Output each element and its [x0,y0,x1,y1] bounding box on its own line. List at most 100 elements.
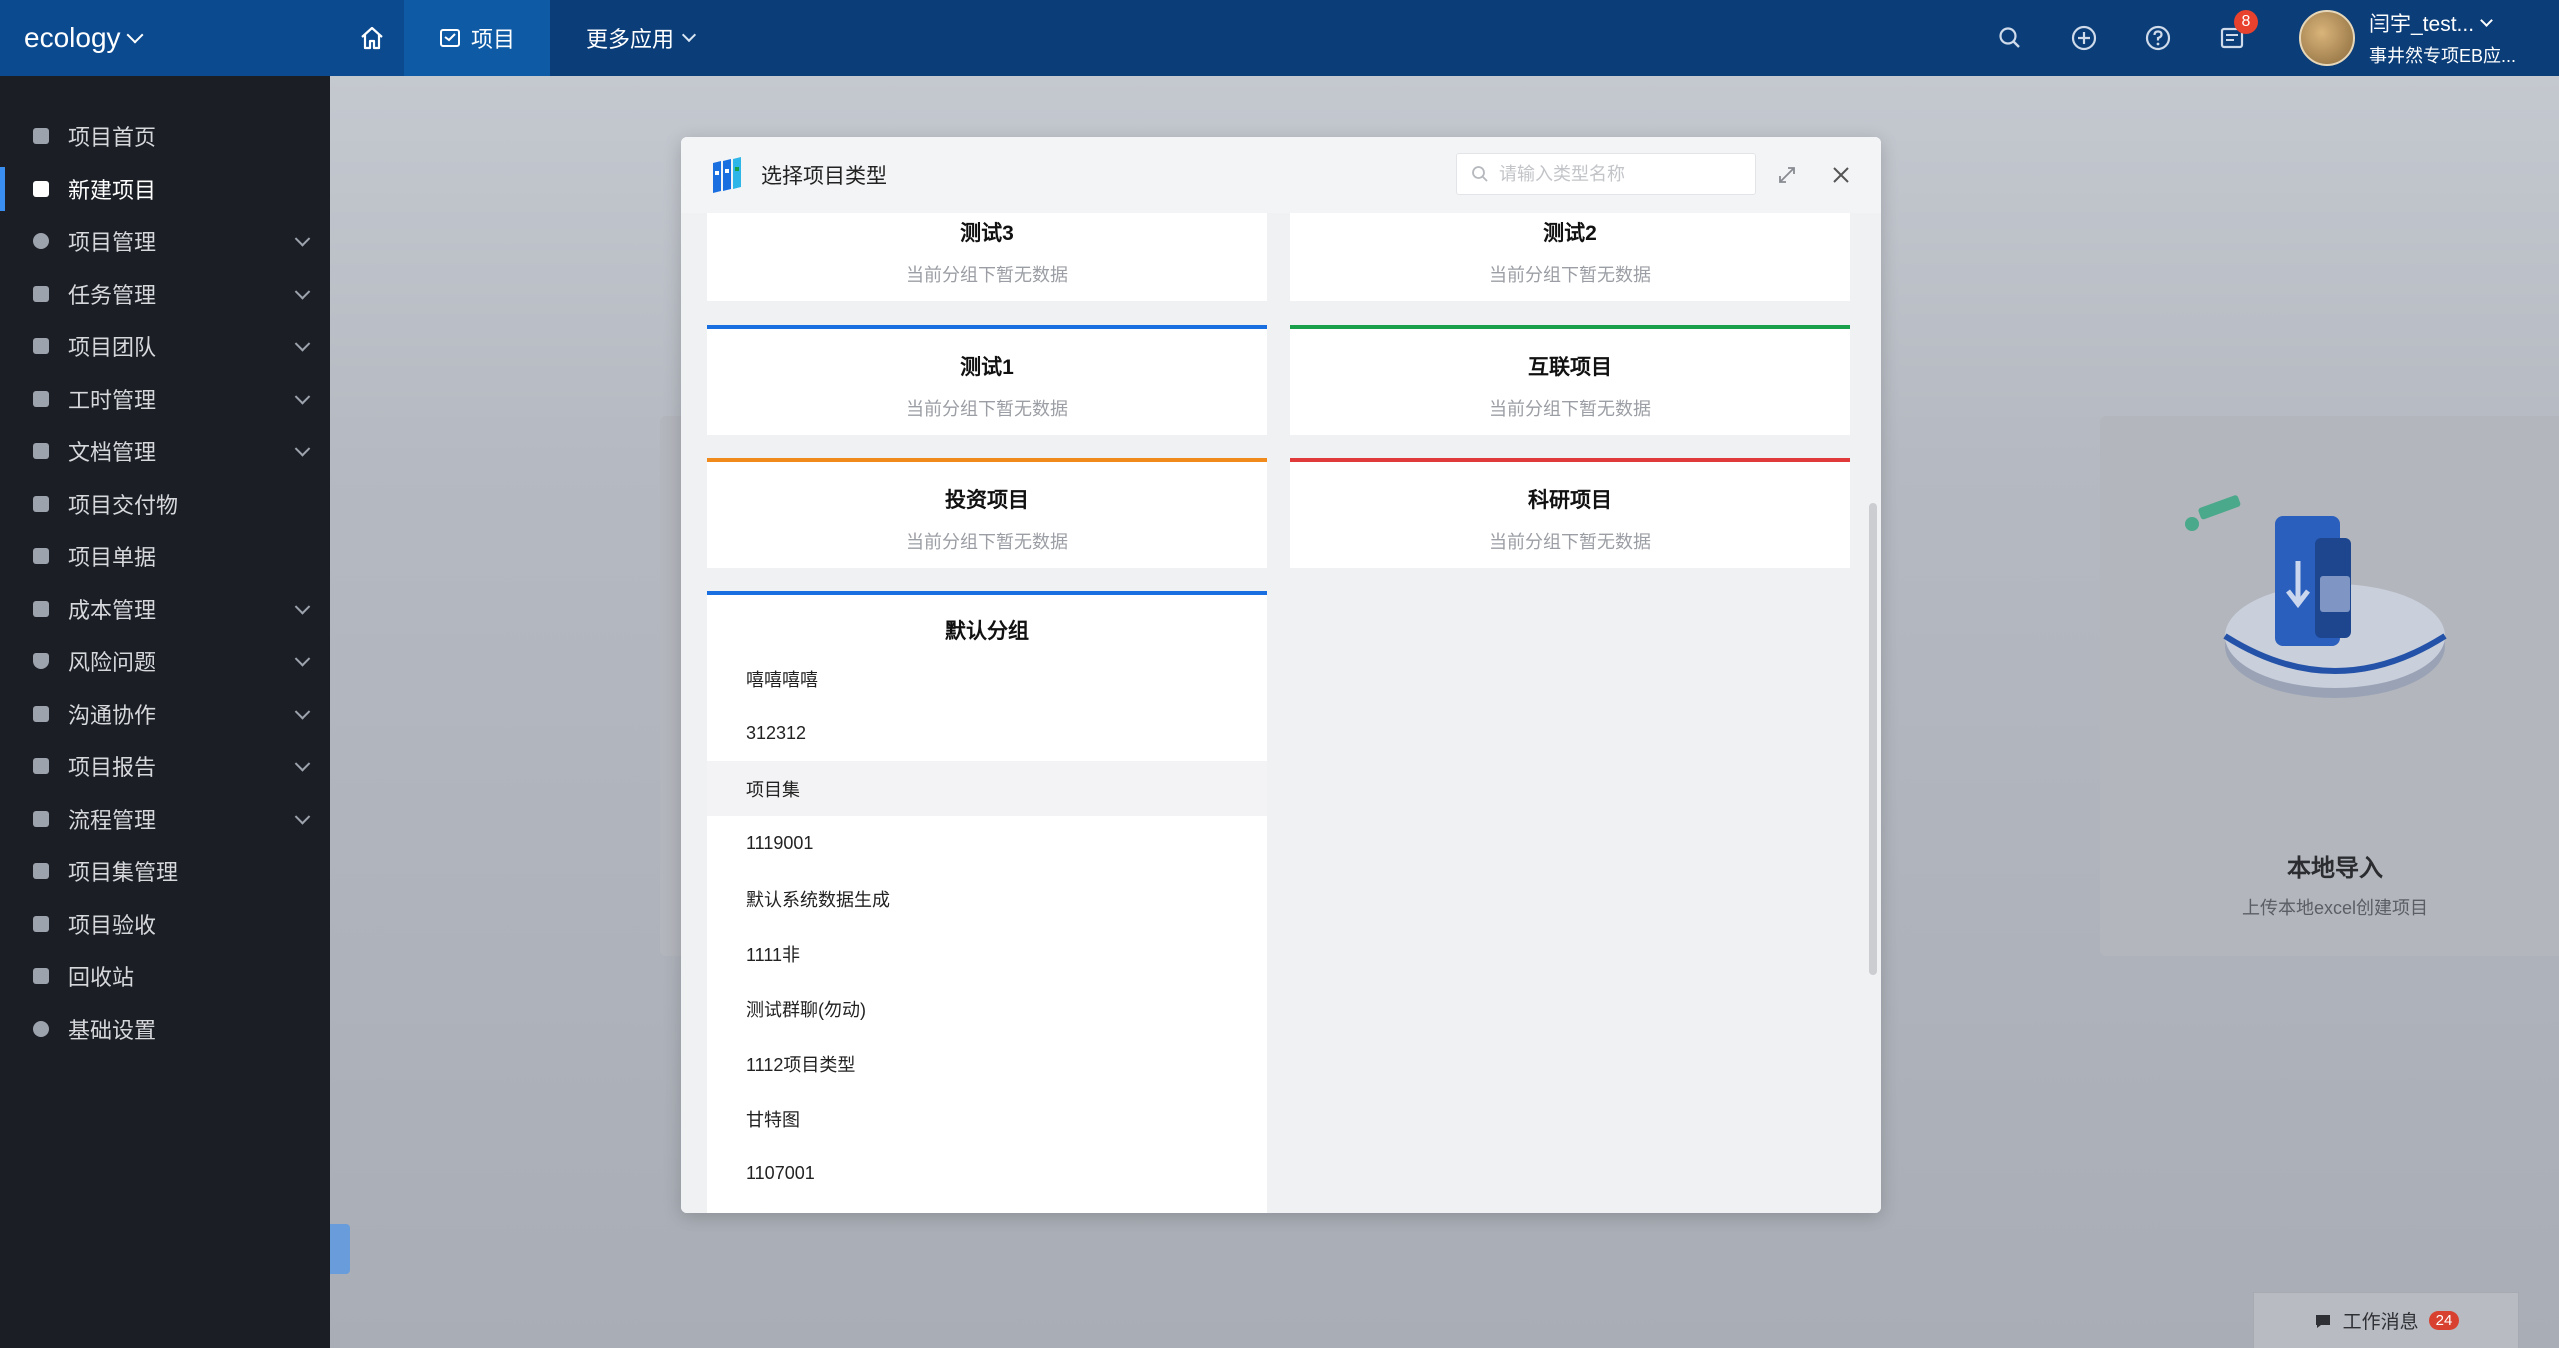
clipboard-icon [32,547,50,565]
project-type-item[interactable]: 默认系统数据生成 [707,871,1267,926]
project-type-item[interactable]: 1119001 [707,816,1267,871]
modal-body: 测试3 当前分组下暂无数据 测试2 当前分组下暂无数据 测试1 当前分组下暂无数… [681,213,1881,1213]
chat-icon [2315,1314,2330,1328]
nav-tab-project[interactable]: 项目 [404,0,550,76]
help-button[interactable] [2138,18,2178,58]
work-messages-bar[interactable]: 工作消息 24 [2253,1292,2519,1348]
project-type-item[interactable]: 1111非 [707,926,1267,981]
stack-icon [32,862,50,880]
group-title: 测试2 [1543,222,1597,245]
sidebar-item-label: 沟通协作 [68,702,157,728]
sidebar-item-label: 文档管理 [68,440,157,466]
group-title: 测试1 [960,356,1014,379]
sidebar-item-task-management[interactable]: 任务管理 [0,268,330,321]
project-type-item[interactable]: 甘特图 [707,1091,1267,1146]
sidebar-item-workflow[interactable]: 流程管理 [0,793,330,846]
type-group-card: 科研项目 当前分组下暂无数据 [1290,458,1850,568]
project-type-item[interactable]: 1107001 [707,1146,1267,1201]
work-messages-label: 工作消息 [2342,1312,2419,1333]
type-search-box[interactable] [1456,153,1756,195]
chevron-down-icon [294,703,311,720]
avatar[interactable] [2299,10,2355,66]
modal-header: 选择项目类型 [681,137,1881,213]
sidebar-item-communication[interactable]: 沟通协作 [0,688,330,741]
search-icon [1472,166,1488,182]
sidebar-item-documents[interactable]: 文档管理 [0,425,330,478]
sidebar-item-label: 基础设置 [68,1017,157,1043]
search-icon [1999,27,2020,48]
group-empty-text: 当前分组下暂无数据 [906,265,1068,285]
sidebar-item-new-project[interactable]: 新建项目 [0,163,330,216]
sidebar-item-label: 项目管理 [68,230,157,256]
chevron-down-icon [294,231,311,247]
layers-icon [32,810,50,828]
top-right-tools: 8 闫宇_test... 事井然专项EB应... [1973,0,2559,76]
project-type-item[interactable]: 项目集 [707,761,1267,816]
close-icon[interactable] [1829,163,1853,187]
chevron-down-icon [294,283,311,300]
add-button[interactable] [2064,18,2104,58]
sidebar-item-project-management[interactable]: 项目管理 [0,215,330,268]
brand-name: ecology [24,22,121,53]
sidebar-item-acceptance[interactable]: 项目验收 [0,898,330,951]
chevron-down-icon [294,441,311,457]
chevron-down-icon [294,388,311,405]
home-icon [361,26,383,50]
type-search-input[interactable] [1499,163,1739,185]
sidebar-item-settings[interactable]: 基础设置 [0,1003,330,1056]
team-icon [32,337,50,355]
notification-badge: 8 [2234,10,2258,34]
handshake-icon [32,705,50,723]
notification-button[interactable]: 8 [2212,10,2258,58]
select-project-type-modal: 选择项目类型 测试3 当前分组下暂无数据 测试2 当前分组下暂无数据 测试1 [681,137,1881,1213]
sidebar-item-project-forms[interactable]: 项目单据 [0,530,330,583]
group-empty-text: 当前分组下暂无数据 [906,532,1068,552]
project-type-item[interactable]: 312312 [707,706,1267,761]
chevron-down-icon [294,756,311,772]
sidebar-item-label: 流程管理 [68,807,157,833]
nav-more-apps[interactable]: 更多应用 [560,0,720,76]
type-group-card: 测试1 当前分组下暂无数据 [707,325,1267,435]
group-title: 互联项目 [1528,356,1612,379]
nav-tab-project-label: 项目 [470,27,515,52]
sidebar-item-timesheet[interactable]: 工时管理 [0,373,330,426]
modal-scrollbar[interactable] [1869,503,1877,975]
sidebar-item-deliverables[interactable]: 项目交付物 [0,478,330,531]
project-type-item[interactable]: 1112项目类型 [707,1036,1267,1091]
sidebar-item-label: 回收站 [68,965,135,991]
sidebar-item-reports[interactable]: 项目报告 [0,740,330,793]
sidebar-item-project-team[interactable]: 项目团队 [0,320,330,373]
home-nav-button[interactable] [340,0,404,76]
project-type-item[interactable]: 嘻嘻嘻嘻 [707,651,1267,706]
group-empty-text: 当前分组下暂无数据 [1489,399,1651,419]
sidebar-item-project-home[interactable]: 项目首页 [0,110,330,163]
report-icon [32,757,50,775]
import-title: 本地导入 [2287,855,2383,882]
sidebar-item-recycle-bin[interactable]: 回收站 [0,950,330,1003]
expand-icon[interactable] [1775,163,1799,187]
sidebar-item-program-management[interactable]: 项目集管理 [0,845,330,898]
help-icon [2145,25,2171,51]
chevron-down-icon [294,651,311,667]
import-description: 上传本地excel创建项目 [2241,898,2429,918]
sidebar-item-label: 成本管理 [68,597,157,623]
sidebar-item-label: 项目验收 [68,912,157,938]
user-menu[interactable]: 闫宇_test... 事井然专项EB应... [2369,8,2529,68]
project-type-logo-icon [713,157,741,193]
user-org: 事井然专项EB应... [2369,46,2517,66]
trash-icon [32,967,50,985]
pie-chart-icon [32,232,50,250]
modal-title: 选择项目类型 [761,165,887,188]
sidebar-item-risks[interactable]: 风险问题 [0,635,330,688]
sidebar-item-cost-management[interactable]: 成本管理 [0,583,330,636]
briefcase-icon [32,600,50,618]
project-type-item[interactable]: 测试群聊(勿动) [707,981,1267,1036]
local-import-card[interactable]: 本地导入 上传本地excel创建项目 [2100,416,2559,956]
plus-circle-icon [2071,25,2097,51]
document-icon [32,442,50,460]
search-button[interactable] [1990,18,2030,58]
group-title: 科研项目 [1528,489,1612,512]
chevron-down-icon [294,808,311,825]
sidebar-item-label: 项目报告 [68,755,157,781]
sidebar-collapse-handle[interactable] [330,1224,350,1274]
